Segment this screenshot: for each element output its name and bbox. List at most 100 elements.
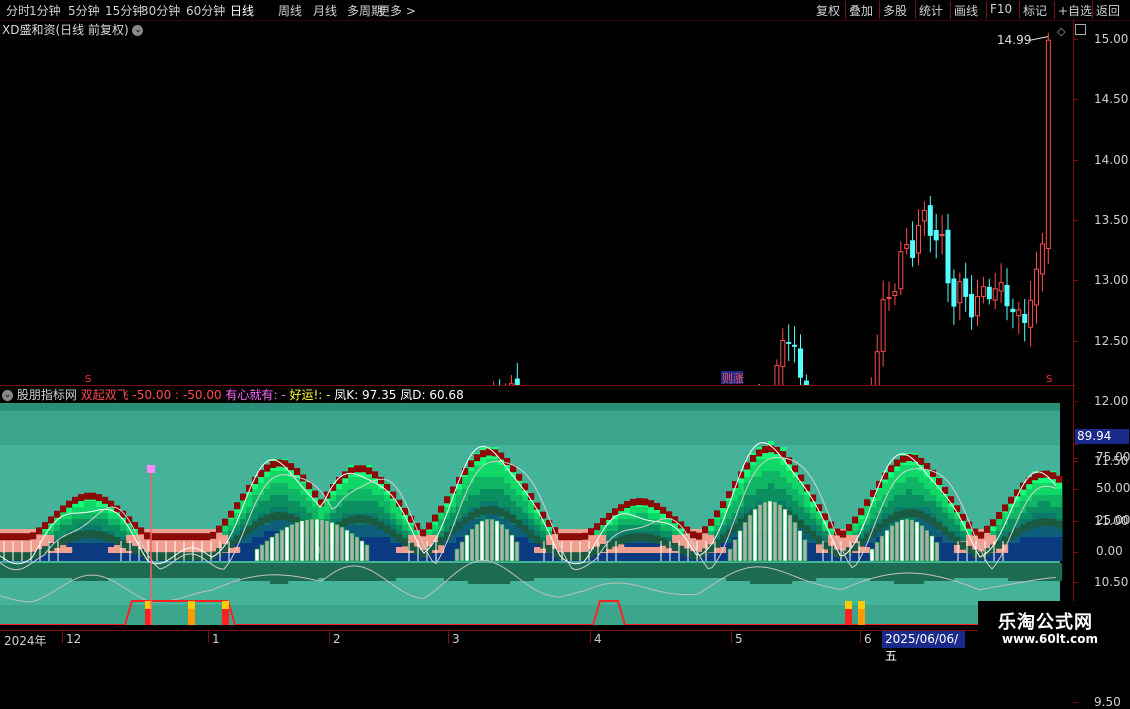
lower-band [594,563,601,578]
dark-green-band [246,525,253,534]
dark-green-band [186,552,193,561]
down-candle [792,344,798,347]
tab-6[interactable]: 60分钟 [186,2,225,19]
dark-green-band [102,532,109,541]
toolbar-button-2[interactable]: 叠加 [849,2,873,19]
time-label: 4 [594,632,602,646]
panel-toggle-icon[interactable] [1074,24,1086,35]
salmon-zone [66,547,73,553]
lower-band [18,563,25,578]
lower-band [840,563,847,578]
toolbar-button-7[interactable]: 标记 [1023,2,1047,19]
dark-green-band [684,548,691,557]
price-axis-label: 12.50 [1094,333,1129,348]
oscillator-bar [246,543,253,561]
tab-5[interactable]: 30分钟 [141,2,180,19]
oscillator-bar [84,543,91,561]
dark-green-band [510,515,517,524]
dark-red-band [432,514,439,522]
tab-1[interactable]: 分时 [6,2,30,19]
up-candle [874,351,880,385]
dark-red-band [426,522,433,530]
toolbar-button-9[interactable]: 返回 [1096,2,1120,19]
up-candle [939,234,945,237]
dark-green-band [132,546,139,555]
salmon-zone [168,529,175,553]
time-label: 2024年 [4,634,47,648]
oscillator-bar [1008,543,1015,561]
lower-band [960,563,967,578]
tab-7[interactable]: 日线 [230,2,254,19]
down-candle [945,229,951,284]
dark-red-band [648,500,655,508]
dark-red-band [660,506,667,514]
lower-band [282,563,289,584]
indicator-value-2: -50.00 [182,388,222,402]
histogram-bar [727,548,733,562]
dark-red-band [612,508,619,516]
toolbar-button-1[interactable]: 复权 [816,2,840,19]
toolbar-button-8[interactable]: +自选 [1058,2,1092,19]
lower-band [90,563,97,581]
dark-red-band [684,526,691,534]
up-candle [886,297,892,300]
dark-green-band [654,535,661,544]
time-label: 1 [212,632,220,646]
tab-11[interactable]: 更多 > [378,2,416,19]
histogram-bar [762,501,768,562]
dark-green-band [378,521,385,530]
lower-band [414,563,421,578]
dark-green-band [912,509,919,518]
histogram-bar [454,548,460,562]
tab-3[interactable]: 5分钟 [68,2,100,19]
dark-red-band [360,465,367,473]
diamond-icon[interactable]: ◇ [1057,25,1065,38]
lower-band [882,563,889,581]
dark-red-band [756,449,763,457]
salmon-zone [582,529,589,553]
histogram-bar [264,540,270,562]
tab-8[interactable]: 周线 [278,2,302,19]
histogram-bar [782,508,788,562]
lower-band [768,563,775,584]
toolbar-button-5[interactable]: 画线 [954,2,978,19]
dark-green-band [492,506,499,515]
lower-band [822,563,829,578]
dark-green-band [402,538,409,547]
toolbar-button-6[interactable]: F10 [990,2,1012,16]
histogram-bar [304,519,310,562]
toolbar-button-3[interactable]: 多股 [883,2,907,19]
dark-red-band [66,500,73,508]
lower-band [756,563,763,584]
dark-red-band [690,531,697,539]
oscillator-bar [1032,537,1039,561]
dark-green-band [720,534,727,543]
lower-band [726,563,733,581]
time-label: 2 [333,632,341,646]
panel-controls[interactable]: ◇ [1057,24,1086,38]
histogram-bar [777,504,783,562]
tab-9[interactable]: 月线 [313,2,337,19]
up-candle [1039,243,1045,275]
lower-band [96,563,103,581]
lower-band [792,563,799,581]
dark-green-band [522,524,529,533]
dark-red-band [210,531,217,539]
dark-red-band [1050,472,1057,480]
price-axis-tick [1073,219,1078,221]
salmon-zone [534,547,541,553]
histogram-bar [919,525,925,562]
histogram-bar [344,529,350,562]
dark-red-band [156,533,163,541]
dark-red-band [444,496,451,504]
oscillator-bar [1014,543,1021,561]
event-marker-label: 则涨 [722,372,744,385]
histogram-bar [772,501,778,562]
chevron-down-icon[interactable]: ⌄ [2,390,13,401]
tab-2[interactable]: 1分钟 [29,2,61,19]
tab-4[interactable]: 15分钟 [105,2,144,19]
dark-green-band [996,540,1003,549]
dark-red-band [1056,475,1063,483]
toolbar-button-4[interactable]: 统计 [919,2,943,19]
up-candle [992,288,998,301]
